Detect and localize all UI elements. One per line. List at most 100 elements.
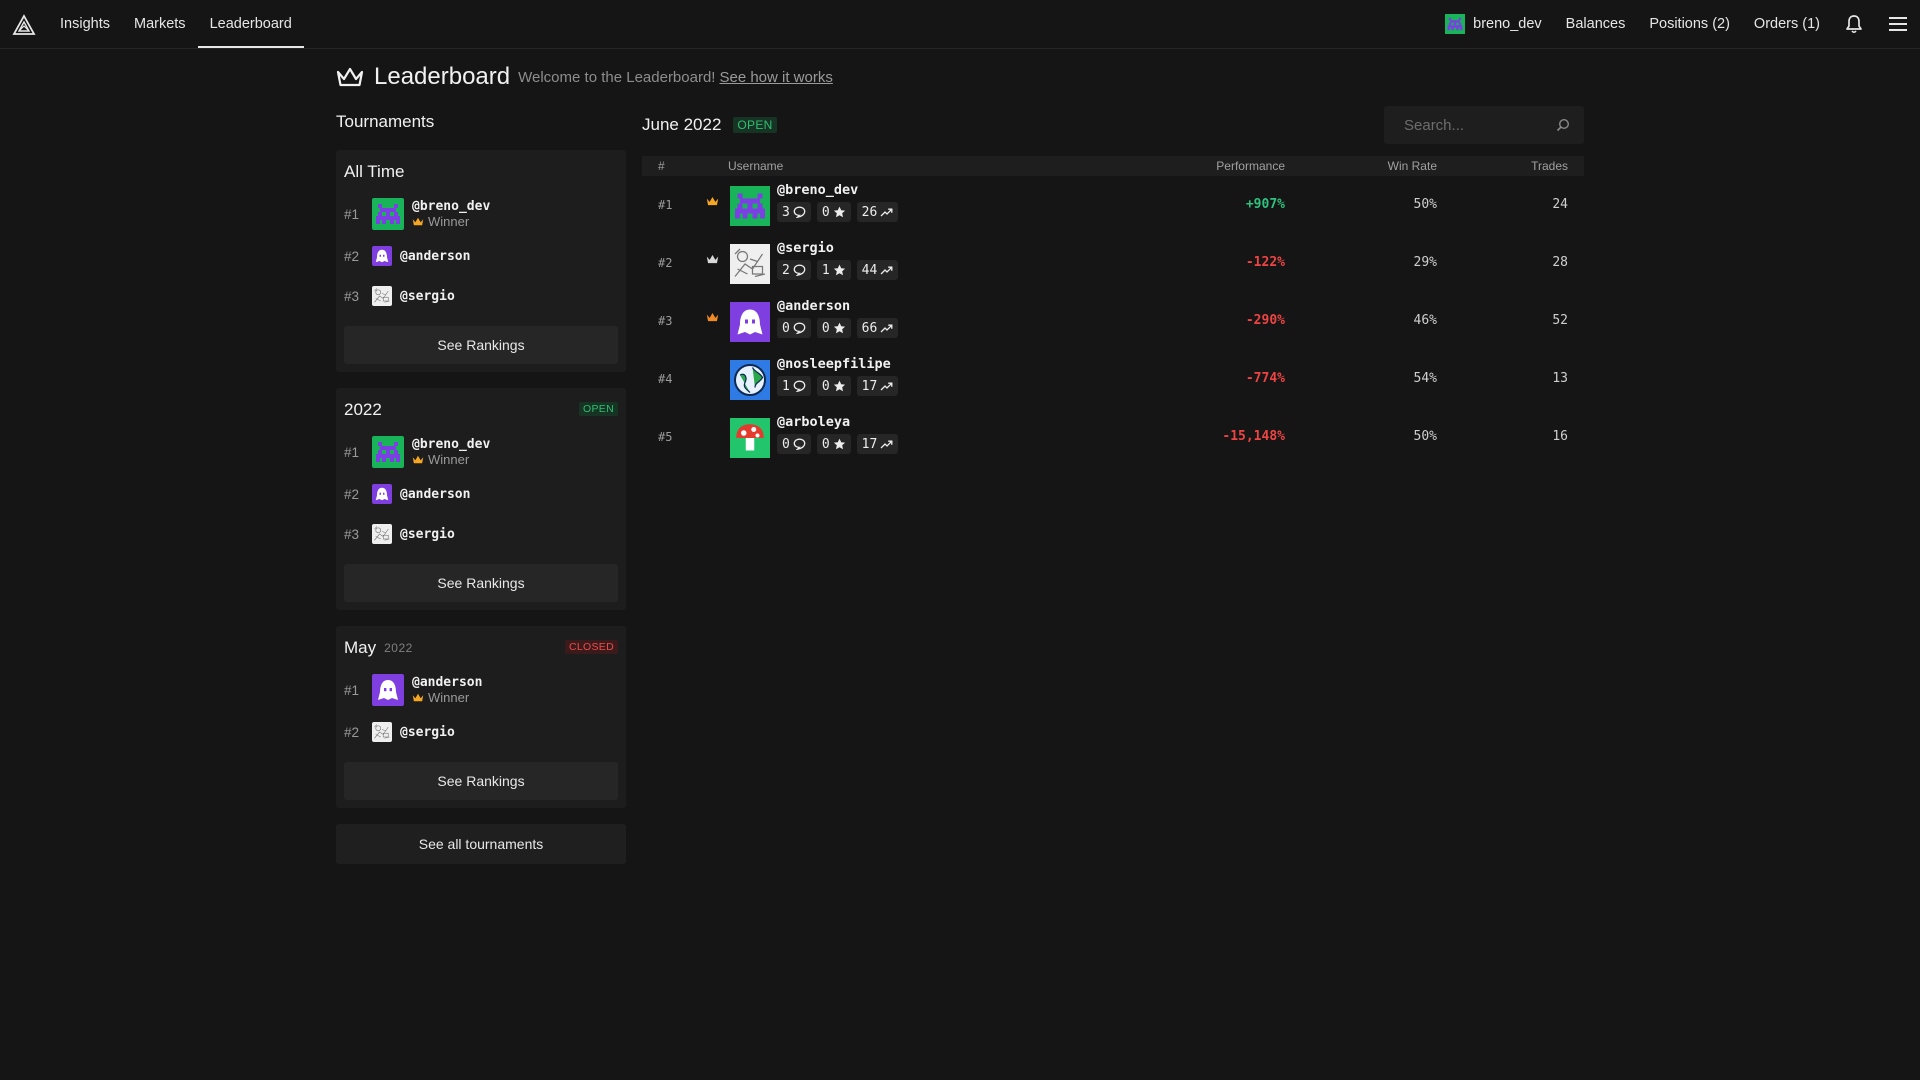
avatar[interactable] (730, 418, 770, 458)
list-item[interactable]: #1 @breno_dev Winner (344, 192, 618, 236)
stars-value: 1 (821, 262, 830, 278)
avatar[interactable] (730, 186, 770, 226)
win-rate-value: 46% (1413, 313, 1437, 328)
crown-icon (706, 196, 719, 206)
rank-number: #1 (344, 682, 360, 698)
table-row[interactable]: #4 @nosleepfilipe 1 0 17 -774% 54% 13 (642, 350, 1584, 408)
nav-leaderboard[interactable]: Leaderboard (197, 0, 304, 48)
rank-number: #4 (658, 372, 673, 386)
nav-orders[interactable]: Orders (1) (1742, 0, 1832, 48)
top-navbar: Insights Markets Leaderboard breno_dev B… (0, 0, 1920, 49)
username-label: breno_dev (1473, 16, 1542, 32)
username[interactable]: @breno_dev (777, 182, 898, 198)
table-row[interactable]: #2 @sergio 2 1 44 -122% 29% 28 (642, 234, 1584, 292)
column-header-rank: # (658, 159, 665, 173)
search-input[interactable] (1402, 115, 1556, 135)
table-row[interactable]: #1 @breno_dev 3 0 26 +907% 50% 24 (642, 176, 1584, 234)
avatar (372, 722, 392, 742)
stars-value: 0 (821, 320, 830, 336)
list-item[interactable]: #3 @sergio (344, 276, 618, 316)
win-rate-value: 54% (1413, 371, 1437, 386)
avatar (372, 436, 404, 468)
hamburger-menu-icon[interactable] (1876, 0, 1920, 48)
list-item[interactable]: #2 @anderson (344, 236, 618, 276)
avatar[interactable] (730, 360, 770, 400)
avatar (372, 198, 404, 230)
column-header-username[interactable]: Username (728, 159, 783, 173)
performance-value: -774% (1245, 371, 1285, 386)
username[interactable]: @anderson (777, 298, 898, 314)
username[interactable]: @anderson (400, 487, 470, 502)
tournament-month: June 2022 (642, 115, 722, 134)
see-all-tournaments-button[interactable]: See all tournaments (336, 824, 626, 864)
crown-icon (412, 693, 424, 702)
column-header-win-rate[interactable]: Win Rate (1388, 159, 1437, 173)
predictions-count: 17 (856, 376, 899, 396)
how-it-works-link[interactable]: See how it works (719, 69, 832, 86)
star-icon (833, 206, 845, 218)
comment-icon (793, 264, 806, 276)
list-item[interactable]: #1 @breno_dev Winner (344, 430, 618, 474)
rank-number: #2 (658, 256, 673, 270)
nav-markets[interactable]: Markets (122, 0, 198, 48)
comment-icon (793, 322, 806, 334)
avatar[interactable] (730, 302, 770, 342)
table-row[interactable]: #5 @arboleya 0 0 17 -15,148% 50% 16 (642, 408, 1584, 466)
username[interactable]: @breno_dev (412, 199, 490, 214)
username[interactable]: @sergio (400, 289, 455, 304)
nav-balances[interactable]: Balances (1554, 0, 1638, 48)
username[interactable]: @arboleya (777, 414, 898, 430)
column-header-performance[interactable]: Performance (1216, 159, 1285, 173)
nav-positions[interactable]: Positions (2) (1637, 0, 1742, 48)
username[interactable]: @sergio (777, 240, 898, 256)
see-rankings-button[interactable]: See Rankings (344, 564, 618, 602)
comments-value: 0 (782, 320, 790, 336)
username[interactable]: @anderson (400, 249, 470, 264)
trades-value: 24 (1552, 197, 1568, 212)
table-row[interactable]: #3 @anderson 0 0 66 -290% 46% 52 (642, 292, 1584, 350)
crown-icon (412, 455, 424, 464)
list-item[interactable]: #2 @sergio (344, 712, 618, 752)
rank-number: #3 (658, 314, 673, 328)
predictions-value: 66 (861, 320, 878, 336)
search-box[interactable] (1384, 106, 1584, 144)
avatar[interactable] (730, 244, 770, 284)
rank-number: #2 (344, 248, 360, 264)
username[interactable]: @breno_dev (412, 437, 490, 452)
nav-insights[interactable]: Insights (48, 0, 122, 48)
stars-count: 0 (816, 318, 851, 338)
winner-text: Winner (428, 452, 470, 467)
username[interactable]: @sergio (400, 527, 455, 542)
column-header-trades[interactable]: Trades (1531, 159, 1568, 173)
username[interactable]: @anderson (412, 675, 482, 690)
list-item[interactable]: #2 @anderson (344, 474, 618, 514)
card-title: May (344, 638, 377, 657)
search-icon[interactable] (1556, 118, 1570, 132)
avatar (372, 674, 404, 706)
user-menu[interactable]: breno_dev (1433, 0, 1554, 48)
comments-count: 1 (777, 376, 811, 396)
logo-icon[interactable] (12, 14, 36, 36)
predictions-value: 26 (861, 204, 878, 220)
predictions-count: 66 (856, 318, 899, 338)
comments-count: 0 (777, 318, 811, 338)
see-rankings-button[interactable]: See Rankings (344, 326, 618, 364)
trend-up-icon (880, 324, 893, 333)
bell-icon[interactable] (1832, 0, 1876, 48)
list-item[interactable]: #3 @sergio (344, 514, 618, 554)
trades-value: 13 (1552, 371, 1568, 386)
avatar (1445, 14, 1465, 34)
winner-label: Winner (412, 214, 490, 229)
card-year: 2022 (384, 641, 413, 655)
username[interactable]: @nosleepfilipe (777, 356, 898, 372)
star-icon (833, 438, 845, 450)
performance-value: -15,148% (1222, 429, 1285, 444)
see-rankings-button[interactable]: See Rankings (344, 762, 618, 800)
list-item[interactable]: #1 @anderson Winner (344, 668, 618, 712)
performance-value: -122% (1245, 255, 1285, 270)
page-subtitle: Welcome to the Leaderboard! (518, 68, 716, 86)
comments-value: 2 (782, 262, 790, 278)
win-rate-value: 29% (1413, 255, 1437, 270)
username[interactable]: @sergio (400, 725, 455, 740)
avatar (372, 524, 392, 544)
